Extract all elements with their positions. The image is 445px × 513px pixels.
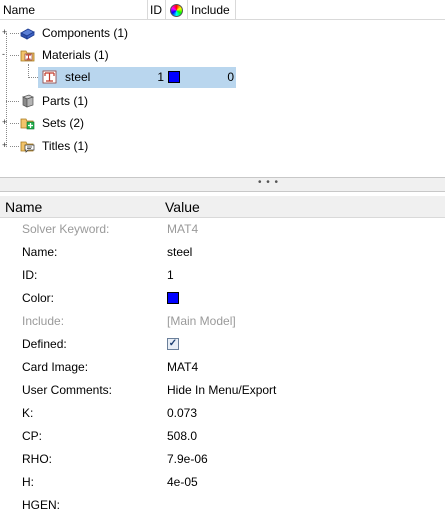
property-solver-keyword: Solver Keyword: MAT4 xyxy=(0,218,445,241)
column-header-color[interactable] xyxy=(166,0,188,20)
parts-icon xyxy=(22,94,34,108)
sets-icon xyxy=(20,118,35,130)
entity-editor: Name Value Solver Keyword: MAT4 Name: st… xyxy=(0,192,445,513)
property-k[interactable]: K: 0.073 xyxy=(0,402,445,425)
tree-item-titles[interactable]: + Titles (1) xyxy=(0,135,445,157)
k-field[interactable]: 0.073 xyxy=(167,402,197,425)
tree-item-materials[interactable]: - Materials (1) xyxy=(0,44,445,66)
property-include: Include: [Main Model] xyxy=(0,310,445,333)
property-label: Defined: xyxy=(22,337,67,351)
property-user-comments[interactable]: User Comments: Hide In Menu/Export xyxy=(0,379,445,402)
titles-icon xyxy=(20,141,35,153)
column-header-name[interactable]: Name xyxy=(0,0,148,20)
property-label: Card Image: xyxy=(22,360,89,374)
tree-item-label: Parts (1) xyxy=(42,94,89,108)
tree-item-steel[interactable]: steel 1 0 xyxy=(0,66,445,88)
property-label: Color: xyxy=(22,291,55,305)
card-image-select[interactable]: MAT4 xyxy=(167,356,198,379)
tree-item-label: Components (1) xyxy=(42,26,129,40)
user-comments-select[interactable]: Hide In Menu/Export xyxy=(167,379,276,402)
property-label: Name: xyxy=(22,245,58,259)
tree-item-label: Titles (1) xyxy=(42,139,89,153)
property-h[interactable]: H: 4e-05 xyxy=(0,471,445,494)
property-label: ID: xyxy=(22,268,38,282)
color-swatch[interactable] xyxy=(167,292,179,304)
h-field[interactable]: 4e-05 xyxy=(167,471,198,494)
tree-guide-line xyxy=(10,123,19,124)
column-header-id[interactable]: ID xyxy=(148,0,166,20)
property-label: RHO: xyxy=(22,452,52,466)
property-defined[interactable]: Defined: ✓ xyxy=(0,333,445,356)
entity-id: 1 xyxy=(157,70,164,84)
rho-field[interactable]: 7.9e-06 xyxy=(167,448,208,471)
tree-guide-line xyxy=(10,33,19,34)
tree-guide-line xyxy=(10,55,19,56)
properties-header: Name Value xyxy=(0,196,445,218)
property-label: Include: xyxy=(22,314,65,328)
tree-item-components[interactable]: + Components (1) xyxy=(0,22,445,44)
panel-splitter[interactable]: • • • xyxy=(0,178,445,192)
property-label: User Comments: xyxy=(22,383,113,397)
entity-include: 0 xyxy=(227,70,234,84)
property-cp[interactable]: CP: 508.0 xyxy=(0,425,445,448)
column-header-value[interactable]: Value xyxy=(165,196,200,218)
property-id[interactable]: ID: 1 xyxy=(0,264,445,287)
materials-icon xyxy=(20,50,35,62)
cp-field[interactable]: 508.0 xyxy=(167,425,197,448)
property-label: H: xyxy=(22,475,34,489)
id-field[interactable]: 1 xyxy=(167,264,174,287)
property-name[interactable]: Name: steel xyxy=(0,241,445,264)
name-field[interactable]: steel xyxy=(167,241,192,264)
tree-item-parts[interactable]: Parts (1) xyxy=(0,90,445,112)
splitter-grip-icon[interactable]: • • • xyxy=(258,178,279,188)
tree-item-sets[interactable]: + Sets (2) xyxy=(0,112,445,134)
entity-color-swatch[interactable] xyxy=(168,71,180,83)
property-label: HGEN: xyxy=(22,498,61,512)
property-hgen[interactable]: HGEN: xyxy=(0,494,445,513)
tree-item-label: Materials (1) xyxy=(42,48,109,62)
browser-header: Name ID Include xyxy=(0,0,445,20)
model-browser: Name ID Include + Components (1) - Mater… xyxy=(0,0,445,178)
tree-item-label: Sets (2) xyxy=(42,116,85,130)
property-rho[interactable]: RHO: 7.9e-06 xyxy=(0,448,445,471)
property-card-image[interactable]: Card Image: MAT4 xyxy=(0,356,445,379)
components-icon xyxy=(20,28,35,40)
material-icon xyxy=(42,70,57,84)
tree-item-label: steel xyxy=(65,70,91,84)
tree-guide-line xyxy=(10,146,19,147)
property-value: [Main Model] xyxy=(167,314,236,328)
property-label: K: xyxy=(22,406,34,420)
color-wheel-icon xyxy=(170,3,183,17)
property-label: Solver Keyword: xyxy=(22,222,110,236)
column-header-include[interactable]: Include xyxy=(188,0,236,20)
tree-guide-line xyxy=(6,101,19,102)
property-color[interactable]: Color: xyxy=(0,287,445,310)
property-value: MAT4 xyxy=(167,222,199,236)
property-label: CP: xyxy=(22,429,43,443)
column-header-name[interactable]: Name xyxy=(5,196,42,218)
defined-checkbox[interactable]: ✓ xyxy=(167,338,179,350)
